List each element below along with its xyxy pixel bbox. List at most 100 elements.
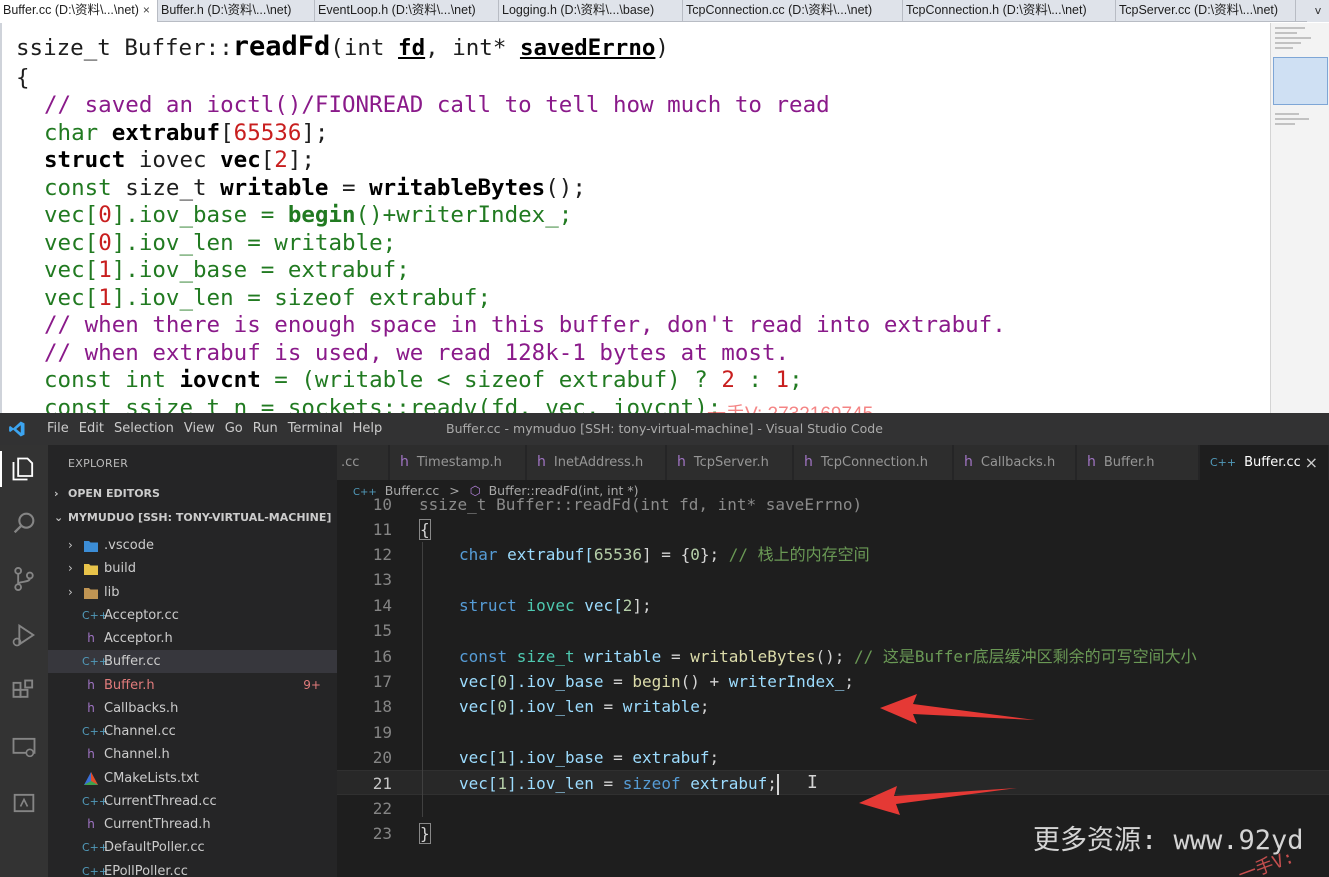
line-number: 22 xyxy=(372,799,392,818)
top-tab-label: TcpServer.cc (D:\资料\...\net) xyxy=(1119,3,1279,17)
vscode-logo-icon xyxy=(9,421,25,437)
ibeam-cursor-icon: I xyxy=(807,772,818,793)
line-number: 18 xyxy=(372,697,392,716)
run-debug-icon[interactable] xyxy=(10,621,38,649)
title-bar: File Edit Selection View Go Run Terminal… xyxy=(0,413,1329,445)
line-number: 23 xyxy=(372,824,392,843)
tab-callbacks-h[interactable]: h Callbacks.h xyxy=(954,445,1076,480)
folder-icon xyxy=(82,534,100,557)
tab-timestamp-h[interactable]: h Timestamp.h xyxy=(390,445,526,480)
code-comment: // when there is enough space in this bu… xyxy=(44,312,1006,338)
tree-item-label: Channel.cc xyxy=(104,724,176,739)
open-editors-section[interactable]: › OPEN EDITORS xyxy=(54,487,160,500)
top-tab-tcpconnection-h[interactable]: TcpConnection.h (D:\资料\...\net) xyxy=(903,0,1116,22)
tab-inetaddress-h[interactable]: h InetAddress.h xyxy=(527,445,666,480)
line-number: 20 xyxy=(372,748,392,767)
tree-item-currentthread-cc[interactable]: C++ CurrentThread.cc xyxy=(48,790,337,813)
menu-terminal[interactable]: Terminal xyxy=(283,413,348,445)
tree-item-buffer-cc[interactable]: C++ Buffer.cc xyxy=(48,650,337,673)
tab-buffer-cc[interactable]: C++ Buffer.cc × xyxy=(1200,445,1329,480)
menu-view[interactable]: View xyxy=(179,413,220,445)
tree-item-cmakelists-txt[interactable]: CMakeLists.txt xyxy=(48,767,337,790)
tree-item-buffer-h[interactable]: h Buffer.h 9+ xyxy=(48,674,337,697)
top-tab-label: Logging.h (D:\资料\...\base) xyxy=(502,3,655,17)
top-code-editor[interactable]: ssize_t Buffer::readFd(int fd, int* save… xyxy=(0,23,1270,413)
top-tab-tcpconnection-cc[interactable]: TcpConnection.cc (D:\资料\...\net) xyxy=(683,0,903,22)
tree-item-channel-cc[interactable]: C++ Channel.cc xyxy=(48,720,337,743)
tab-label: TcpConnection.h xyxy=(820,455,928,470)
code-line: 17 vec[0].iov_base = begin() + writerInde… xyxy=(337,669,1329,694)
tab-buffer-h[interactable]: h Buffer.h xyxy=(1077,445,1199,480)
workspace-section[interactable]: ⌄ MYMUDUO [SSH: TONY-VIRTUAL-MACHINE] xyxy=(54,511,331,524)
code-editor[interactable]: 10 ssize_t Buffer::readFd(int fd, int* sa… xyxy=(337,495,1329,877)
tree-item-label: Callbacks.h xyxy=(104,701,179,716)
panel-icon[interactable] xyxy=(10,789,38,817)
menu-edit[interactable]: Edit xyxy=(74,413,109,445)
explorer-icon[interactable] xyxy=(10,455,38,483)
tree-item-build[interactable]: › build xyxy=(48,557,337,580)
menu-run[interactable]: Run xyxy=(248,413,283,445)
tree-item-acceptor-h[interactable]: h Acceptor.h xyxy=(48,627,337,650)
indent-guide xyxy=(422,542,423,817)
menu-selection[interactable]: Selection xyxy=(109,413,179,445)
h-file-icon: h xyxy=(87,747,95,761)
tree-item-label: lib xyxy=(104,585,120,600)
code-line-open-brace: { xyxy=(16,65,30,91)
tree-item-epollpoller-cc[interactable]: C++ EPollPoller.cc xyxy=(48,860,337,877)
code-line: const size_t writable = writableBytes(); xyxy=(44,175,586,201)
matching-brace: { xyxy=(419,519,431,540)
top-tab-eventloop-h[interactable]: EventLoop.h (D:\资料\...\net) xyxy=(315,0,499,22)
tab-label: Timestamp.h xyxy=(416,455,502,470)
line-number: 12 xyxy=(372,545,392,564)
source-control-icon[interactable] xyxy=(10,565,38,593)
close-icon[interactable]: × xyxy=(143,3,150,17)
tree-item-currentthread-h[interactable]: h CurrentThread.h xyxy=(48,813,337,836)
chevron-down-icon: ⌄ xyxy=(54,511,64,524)
extensions-icon[interactable] xyxy=(10,677,38,705)
h-file-icon: h xyxy=(87,631,95,645)
top-tab-logging-h[interactable]: Logging.h (D:\资料\...\base) xyxy=(499,0,683,22)
tab-tcpserver-h[interactable]: h TcpServer.h xyxy=(667,445,793,480)
h-file-icon: h xyxy=(537,454,546,470)
chevron-right-icon: › xyxy=(54,487,59,500)
cpp-file-icon: C++ xyxy=(1210,456,1237,469)
h-file-icon: h xyxy=(87,817,95,831)
top-tab-buffer-cc[interactable]: Buffer.cc (D:\资料\...\net) × xyxy=(0,0,158,22)
tab-dropdown-icon[interactable]: v xyxy=(1307,0,1329,22)
close-icon[interactable]: × xyxy=(1305,445,1318,480)
tree-item-label: CurrentThread.h xyxy=(104,817,211,832)
minimap-viewport[interactable] xyxy=(1273,57,1328,105)
top-tab-tcpserver-cc[interactable]: TcpServer.cc (D:\资料\...\net) xyxy=(1116,0,1296,22)
explorer-title: EXPLORER xyxy=(68,457,129,470)
tree-item-lib[interactable]: › lib xyxy=(48,581,337,604)
editor-tabbar: .cc h Timestamp.h h InetAddress.h h TcpServ… xyxy=(337,445,1329,480)
tree-item-label: Acceptor.cc xyxy=(104,608,179,623)
top-tab-label: TcpConnection.h (D:\资料\...\net) xyxy=(906,3,1087,17)
explorer-sidebar: EXPLORER › OPEN EDITORS ⌄ MYMUDUO [SSH: TO… xyxy=(48,445,337,877)
line-number: 13 xyxy=(372,570,392,589)
minimap[interactable] xyxy=(1270,23,1329,413)
menu-file[interactable]: File xyxy=(42,413,74,445)
remote-explorer-icon[interactable] xyxy=(10,733,38,761)
tree-item-callbacks-h[interactable]: h Callbacks.h xyxy=(48,697,337,720)
tree-item-defaultpoller-cc[interactable]: C++ DefaultPoller.cc xyxy=(48,836,337,859)
folder-icon xyxy=(82,581,100,604)
menu-go[interactable]: Go xyxy=(220,413,248,445)
tab-label: InetAddress.h xyxy=(553,455,644,470)
tree-item-label: CMakeLists.txt xyxy=(104,771,199,786)
top-editor-tabbar: Buffer.cc (D:\资料\...\net) × Buffer.h (D:\… xyxy=(0,0,1329,22)
tree-item-vscode[interactable]: › .vscode xyxy=(48,534,337,557)
cmake-file-icon xyxy=(82,767,100,790)
tab-tcpconnection-h[interactable]: h TcpConnection.h xyxy=(794,445,953,480)
search-icon[interactable] xyxy=(10,509,38,537)
cpp-file-icon: C++ xyxy=(82,841,109,854)
tree-item-label: CurrentThread.cc xyxy=(104,794,217,809)
menu-help[interactable]: Help xyxy=(348,413,388,445)
top-tab-label: EventLoop.h (D:\资料\...\net) xyxy=(318,3,476,17)
top-tab-buffer-h[interactable]: Buffer.h (D:\资料\...\net) xyxy=(158,0,315,22)
tab-partial-cc[interactable]: .cc xyxy=(337,445,389,480)
top-tab-label: Buffer.cc (D:\资料\...\net) xyxy=(3,3,139,17)
tree-item-acceptor-cc[interactable]: C++ Acceptor.cc xyxy=(48,604,337,627)
tree-item-channel-h[interactable]: h Channel.h xyxy=(48,743,337,766)
h-file-icon: h xyxy=(677,454,686,470)
